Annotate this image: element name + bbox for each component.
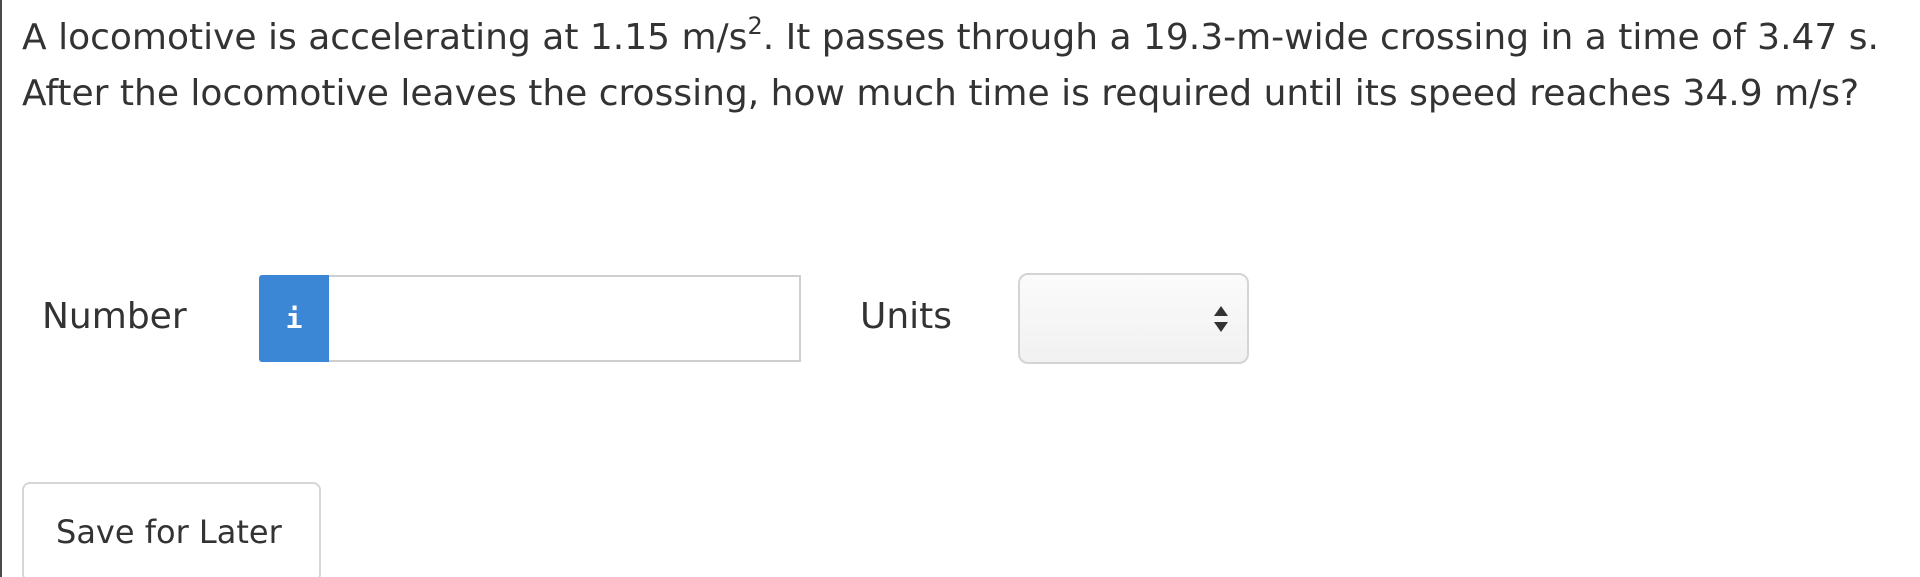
info-icon[interactable]: i xyxy=(259,275,329,362)
question-text-part-1: A locomotive is accelerating at 1.15 m/s xyxy=(22,17,748,58)
question-text: A locomotive is accelerating at 1.15 m/s… xyxy=(22,10,1912,122)
units-select[interactable] xyxy=(1018,273,1249,364)
units-label: Units xyxy=(860,296,953,337)
up-down-arrows-icon xyxy=(1213,305,1229,333)
question-exponent: 2 xyxy=(747,12,763,40)
number-input[interactable] xyxy=(329,275,801,362)
left-border-rule xyxy=(0,0,2,577)
number-label: Number xyxy=(42,296,187,337)
info-icon-glyph: i xyxy=(285,302,303,335)
save-for-later-button[interactable]: Save for Later xyxy=(22,482,321,577)
